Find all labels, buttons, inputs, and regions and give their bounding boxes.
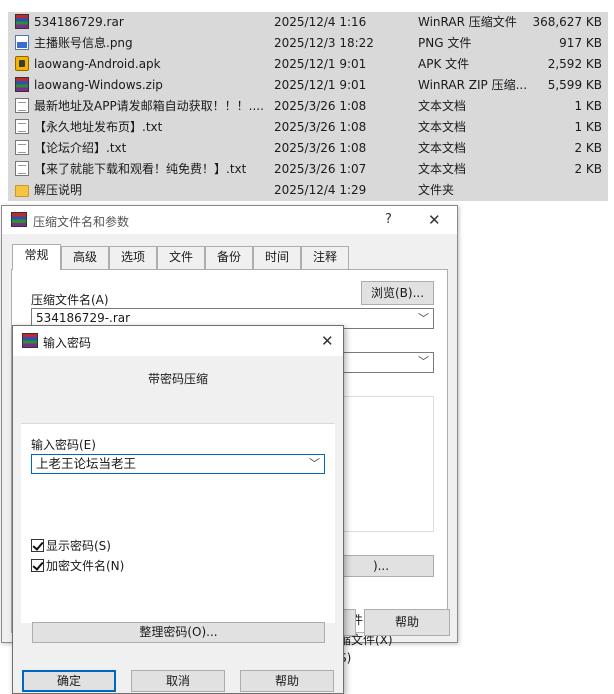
show-password-checkbox[interactable]: 显示密码(S) (31, 537, 111, 554)
tab-comment[interactable]: 注释 (301, 246, 349, 269)
file-size: 1 KB (574, 99, 602, 113)
chevron-down-icon[interactable]: ﹀ (418, 353, 429, 369)
file-date: 2025/12/1 9:01 (274, 57, 367, 71)
file-name: 【来了就能下载和观看！纯免费！】.txt (34, 162, 247, 176)
file-row[interactable]: 主播账号信息.png 2025/12/3 18:22 PNG 文件 917 KB (8, 33, 608, 54)
file-date: 2025/12/4 1:16 (274, 15, 367, 29)
file-type: 文本文档 (418, 120, 467, 134)
password-value: 上老王论坛当老王 (36, 456, 137, 471)
file-size: 1 KB (574, 120, 602, 134)
file-size: 2 KB (574, 141, 602, 155)
update-mode-combobox[interactable]: ﹀ (342, 352, 434, 373)
archive-help-button[interactable]: 帮助 (364, 609, 450, 636)
file-date: 2025/12/4 1:29 (274, 183, 367, 197)
file-row[interactable]: 【论坛介绍】.txt 2025/3/26 1:08 文本文档 2 KB (8, 138, 608, 159)
text-file-icon (15, 98, 29, 113)
help-button[interactable]: 帮助 (240, 670, 334, 692)
browse-button[interactable]: 浏览(B)... (361, 281, 434, 305)
file-name: 【论坛介绍】.txt (34, 141, 127, 155)
file-type: 文本文档 (418, 141, 467, 155)
password-dialog-title: 输入密码 (43, 336, 92, 350)
tab-advanced[interactable]: 高级 (61, 246, 109, 269)
file-date: 2025/12/1 9:01 (274, 78, 367, 92)
archiving-options-group (342, 396, 434, 532)
file-date: 2025/3/26 1:08 (274, 120, 367, 134)
file-row[interactable]: 最新地址及APP请发邮箱自动获取！！！.... 2025/3/26 1:08 文… (8, 96, 608, 117)
tab-backup[interactable]: 备份 (205, 246, 253, 269)
file-date: 2025/12/3 18:22 (274, 36, 374, 50)
file-type: 文本文档 (418, 99, 467, 113)
chevron-down-icon[interactable]: ﹀ (309, 455, 320, 473)
close-icon[interactable]: ✕ (321, 332, 334, 350)
rar-archive-icon (15, 14, 29, 29)
password-input[interactable]: 上老王论坛当老王 ﹀ (31, 454, 325, 474)
file-size: 917 KB (559, 36, 602, 50)
password-dialog-titlebar[interactable]: 输入密码 ✕ (13, 326, 343, 356)
chevron-down-icon[interactable]: ﹀ (418, 309, 429, 328)
archive-name-value: 534186729-.rar (36, 311, 131, 325)
file-type: WinRAR 压缩文件 (418, 15, 517, 29)
folder-icon (15, 185, 29, 197)
password-dialog-heading: 带密码压缩 (147, 372, 208, 386)
set-password-button[interactable]: )... (342, 555, 434, 577)
tab-options[interactable]: 选项 (109, 246, 157, 269)
file-row[interactable]: 【来了就能下载和观看！纯免费！】.txt 2025/3/26 1:07 文本文档… (8, 159, 608, 180)
file-row[interactable]: 【永久地址发布页】.txt 2025/3/26 1:08 文本文档 1 KB (8, 117, 608, 138)
file-name: 解压说明 (34, 183, 83, 197)
organize-passwords-button[interactable]: 整理密码(O)... (32, 622, 325, 643)
file-name: laowang-Android.apk (34, 57, 161, 71)
checkbox-checked-icon[interactable] (31, 559, 44, 572)
file-date: 2025/3/26 1:08 (274, 99, 367, 113)
winrar-icon (22, 333, 38, 348)
archive-dialog-title: 压缩文件名和参数 (33, 215, 130, 229)
password-dialog: 输入密码 ✕ 带密码压缩 输入密码(E) 上老王论坛当老王 ﹀ 显示密码(S) … (12, 325, 344, 694)
cancel-button[interactable]: 取消 (131, 670, 225, 692)
text-file-icon (15, 140, 29, 155)
tab-general[interactable]: 常规 (12, 244, 61, 270)
file-row[interactable]: laowang-Windows.zip 2025/12/1 9:01 WinRA… (8, 75, 608, 96)
encrypt-filenames-label: 加密文件名(N) (46, 559, 125, 573)
file-size: 5,599 KB (547, 78, 602, 92)
file-date: 2025/3/26 1:07 (274, 162, 367, 176)
file-name: 最新地址及APP请发邮箱自动获取！！！.... (34, 99, 264, 113)
help-icon[interactable]: ? (385, 212, 392, 227)
encrypt-filenames-checkbox[interactable]: 加密文件名(N) (31, 557, 124, 574)
password-input-label: 输入密码(E) (31, 438, 96, 452)
ok-button[interactable]: 确定 (22, 670, 116, 692)
file-type: 文件夹 (418, 183, 455, 197)
checkbox-checked-icon[interactable] (31, 539, 44, 552)
text-file-icon (15, 161, 29, 176)
file-name: 534186729.rar (34, 15, 124, 29)
password-group: 输入密码(E) 上老王论坛当老王 ﹀ 显示密码(S) 加密文件名(N) (21, 423, 335, 623)
archive-dialog-titlebar[interactable]: 压缩文件名和参数 ? ✕ (2, 206, 457, 234)
text-file-icon (15, 119, 29, 134)
apk-file-icon (15, 56, 29, 71)
file-row[interactable]: laowang-Android.apk 2025/12/1 9:01 APK 文… (8, 54, 608, 75)
file-name: 主播账号信息.png (34, 36, 133, 50)
file-size: 368,627 KB (532, 15, 602, 29)
file-date: 2025/3/26 1:08 (274, 141, 367, 155)
tab-files[interactable]: 文件 (157, 246, 205, 269)
file-name: 【永久地址发布页】.txt (34, 120, 163, 134)
file-list: 534186729.rar 2025/12/4 1:16 WinRAR 压缩文件… (8, 12, 608, 201)
file-row[interactable]: 解压说明 2025/12/4 1:29 文件夹 (8, 180, 608, 201)
file-size: 2 KB (574, 162, 602, 176)
zip-archive-icon (15, 77, 29, 92)
file-type: WinRAR ZIP 压缩... (418, 78, 528, 92)
file-type: PNG 文件 (418, 36, 472, 50)
file-type: APK 文件 (418, 57, 470, 71)
winrar-icon (11, 212, 27, 227)
archive-name-label: 压缩文件名(A) (31, 293, 109, 307)
file-size: 2,592 KB (547, 57, 602, 71)
close-icon[interactable]: ✕ (428, 211, 441, 229)
file-name: laowang-Windows.zip (34, 78, 163, 92)
file-type: 文本文档 (418, 162, 467, 176)
file-row[interactable]: 534186729.rar 2025/12/4 1:16 WinRAR 压缩文件… (8, 12, 608, 33)
show-password-label: 显示密码(S) (46, 539, 111, 553)
tab-time[interactable]: 时间 (253, 246, 301, 269)
png-image-icon (15, 35, 29, 50)
